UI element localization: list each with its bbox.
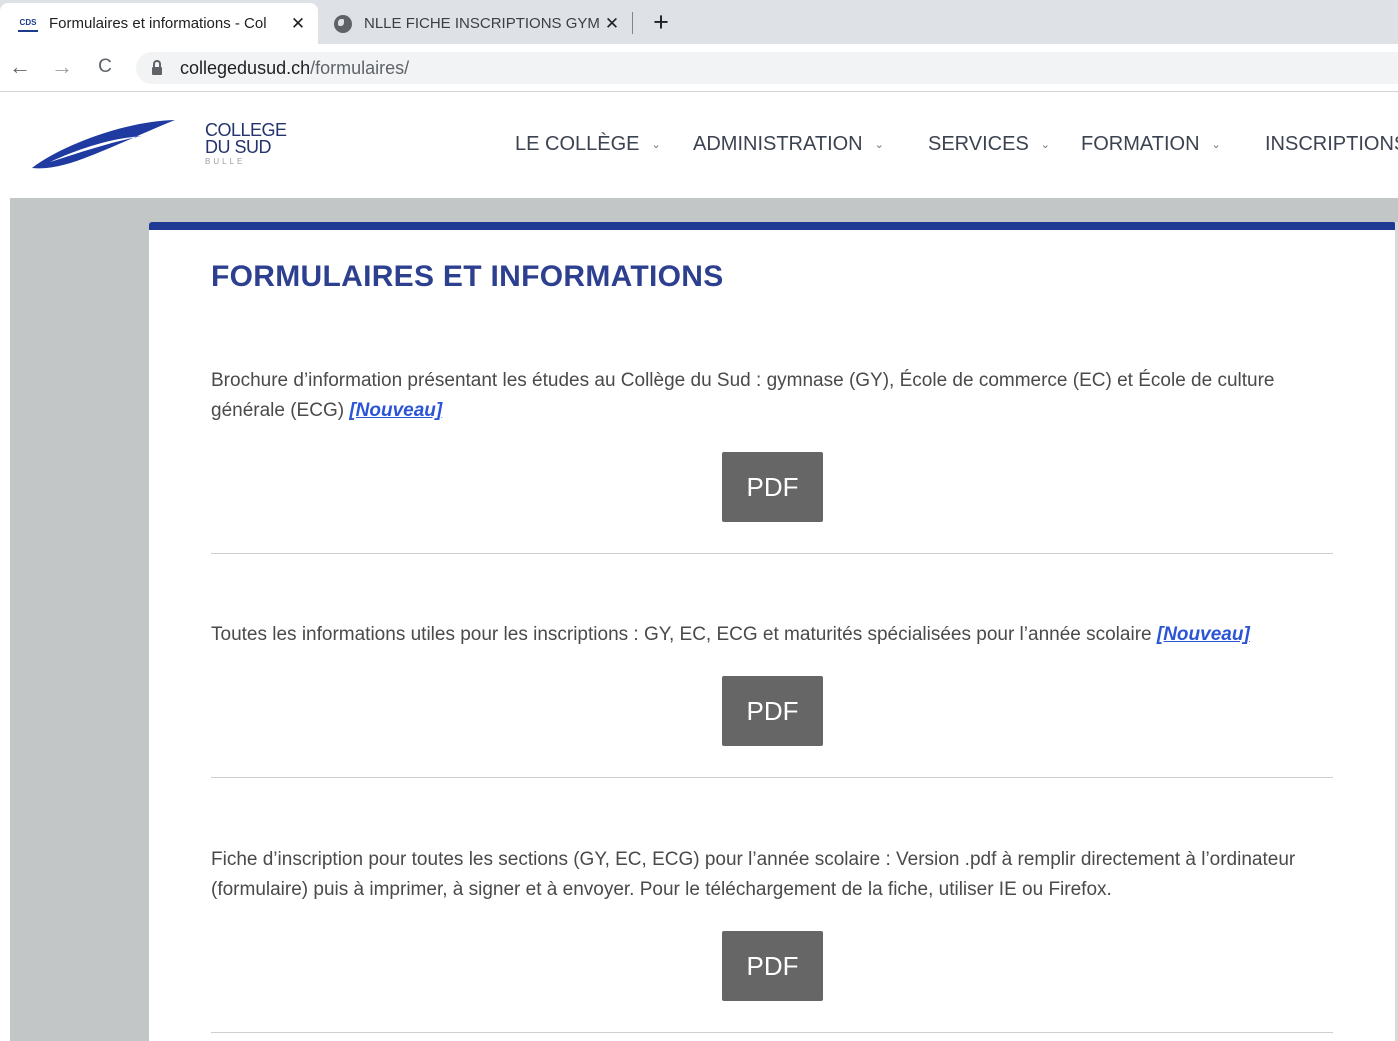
tab-title: Formulaires et informations - Col — [49, 15, 267, 32]
reload-icon[interactable]: C — [91, 52, 119, 82]
address-bar[interactable]: collegedusud.ch/formulaires/ — [136, 52, 1398, 84]
page-title: FORMULAIRES ET INFORMATIONS — [211, 260, 724, 293]
globe-icon — [334, 14, 352, 33]
content-card: FORMULAIRES ET INFORMATIONS Brochure d’i… — [149, 222, 1396, 1041]
chevron-down-icon: ⌄ — [1040, 139, 1050, 151]
section-divider — [211, 553, 1333, 554]
back-arrow-icon[interactable]: ← — [6, 52, 34, 82]
chevron-down-icon: ⌄ — [1211, 139, 1221, 151]
browser-tab-active[interactable]: CDS Formulaires et informations - Col ✕ — [0, 3, 318, 44]
lock-icon — [152, 60, 162, 75]
new-tab-button[interactable]: + — [646, 6, 676, 38]
nav-item-inscriptions[interactable]: INSCRIPTIONS — [1265, 133, 1398, 156]
chevron-down-icon: ⌄ — [874, 139, 884, 151]
section-description: Brochure d’information présentant les ét… — [211, 370, 1275, 421]
chevron-down-icon: ⌄ — [651, 139, 661, 151]
nav-item-formation[interactable]: FORMATION ⌄ — [1081, 133, 1221, 156]
swoosh-logo-icon — [32, 120, 175, 169]
browser-tab-strip: CDS Formulaires et informations - Col ✕ … — [0, 0, 1398, 44]
close-tab-icon[interactable]: ✕ — [286, 14, 310, 34]
brand-wordmark: COLLEGE DU SUD BULLE — [205, 120, 287, 166]
tab-separator — [632, 12, 633, 34]
nav-item-administration[interactable]: ADMINISTRATION ⌄ — [693, 133, 884, 156]
section-description: Fiche d’inscription pour toutes les sect… — [211, 849, 1296, 900]
pdf-download-button[interactable]: PDF — [722, 676, 823, 746]
close-tab-icon[interactable]: ✕ — [600, 14, 624, 34]
forward-arrow-icon[interactable]: → — [48, 52, 76, 82]
new-badge-link[interactable]: [Nouveau] — [1157, 624, 1250, 645]
tab-title: NLLE FICHE INSCRIPTIONS GYMN — [364, 15, 600, 32]
nav-item-le-college[interactable]: LE COLLÈGE ⌄ — [515, 133, 661, 156]
url-text: collegedusud.ch/formulaires/ — [180, 57, 410, 78]
section-divider — [211, 1032, 1333, 1033]
browser-tab-inactive[interactable]: NLLE FICHE INSCRIPTIONS GYMN ✕ — [318, 3, 632, 44]
cds-favicon-icon: CDS — [18, 16, 38, 32]
site-logo[interactable]: COLLEGE DU SUD BULLE — [30, 116, 287, 176]
form-section-inscriptions-info: Toutes les informations utiles pour les … — [211, 620, 1333, 778]
section-divider — [211, 777, 1333, 778]
pdf-download-button[interactable]: PDF — [722, 931, 823, 1001]
form-section-fiche-inscription: Fiche d’inscription pour toutes les sect… — [211, 845, 1333, 1033]
pdf-download-button[interactable]: PDF — [722, 452, 823, 522]
site-header: COLLEGE DU SUD BULLE LE COLLÈGE ⌄ ADMINIS… — [10, 92, 1398, 198]
section-description: Toutes les informations utiles pour les … — [211, 624, 1250, 645]
new-badge-link[interactable]: [Nouveau] — [349, 400, 442, 421]
nav-item-services[interactable]: SERVICES ⌄ — [928, 133, 1050, 156]
browser-toolbar: ← → C collegedusud.ch/formulaires/ — [0, 44, 1398, 91]
form-section-brochure: Brochure d’information présentant les ét… — [211, 366, 1333, 554]
